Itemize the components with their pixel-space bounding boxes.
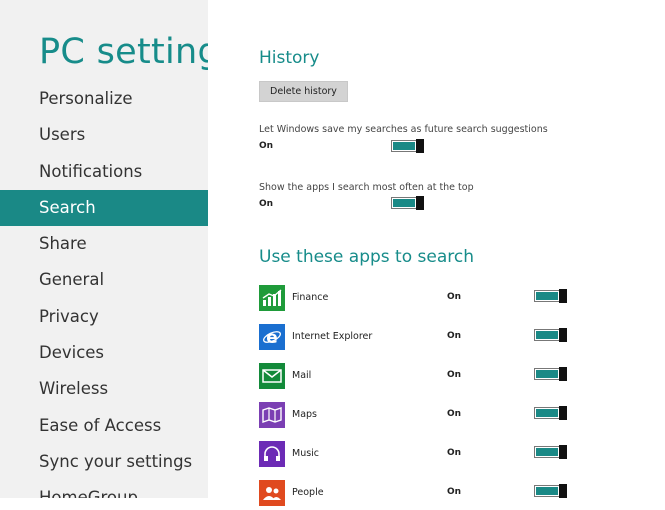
- toggle-thumb[interactable]: [559, 406, 567, 420]
- app-name: Mail: [292, 370, 312, 381]
- sidebar-item-share[interactable]: Share: [0, 226, 208, 262]
- svg-text:e: e: [266, 328, 278, 347]
- sidebar-item-general[interactable]: General: [0, 262, 208, 298]
- app-state: On: [447, 292, 462, 302]
- app-name: Internet Explorer: [292, 331, 373, 342]
- main-content: History Delete history Let Windows save …: [259, 0, 665, 506]
- toggle-thumb[interactable]: [559, 484, 567, 498]
- people-toggle[interactable]: [534, 484, 567, 498]
- toggle-fill: [393, 199, 415, 207]
- app-state: On: [447, 409, 462, 419]
- history-title: History: [259, 48, 320, 68]
- sidebar-item-sync-your-settings[interactable]: Sync your settings: [0, 444, 208, 480]
- mail-toggle[interactable]: [534, 367, 567, 381]
- finance-toggle[interactable]: [534, 289, 567, 303]
- toggle-thumb[interactable]: [559, 289, 567, 303]
- finance-icon: [259, 285, 285, 311]
- toggle-fill: [536, 370, 558, 378]
- app-name: Maps: [292, 409, 317, 420]
- frequent-apps-toggle[interactable]: [391, 196, 424, 210]
- app-row-mail: Mail On: [259, 363, 665, 393]
- save-searches-toggle[interactable]: [391, 139, 424, 153]
- app-row-music: Music On: [259, 441, 665, 471]
- internet-explorer-toggle[interactable]: [534, 328, 567, 342]
- toggle-fill: [536, 292, 558, 300]
- sidebar-item-search[interactable]: Search: [0, 189, 208, 226]
- toggle-fill: [536, 448, 558, 456]
- sidebar-item-devices[interactable]: Devices: [0, 335, 208, 371]
- sidebar-nav: Personalize Users Notifications Search S…: [0, 81, 208, 498]
- app-state: On: [447, 448, 462, 458]
- app-state: On: [447, 370, 462, 380]
- save-searches-state: On: [259, 141, 274, 151]
- sidebar-item-privacy[interactable]: Privacy: [0, 299, 208, 335]
- save-searches-label: Let Windows save my searches as future s…: [259, 124, 548, 135]
- app-name: Music: [292, 448, 320, 459]
- sidebar-item-wireless[interactable]: Wireless: [0, 371, 208, 407]
- maps-toggle[interactable]: [534, 406, 567, 420]
- toggle-fill: [536, 409, 558, 417]
- app-state: On: [447, 487, 462, 497]
- mail-icon: [259, 363, 285, 389]
- app-title: PC settings: [39, 32, 208, 72]
- app-state: On: [447, 331, 462, 341]
- app-row-maps: Maps On: [259, 402, 665, 432]
- sidebar: PC settings Personalize Users Notificati…: [0, 0, 208, 498]
- internet-explorer-icon: e: [259, 324, 285, 350]
- people-icon: [259, 480, 285, 506]
- toggle-thumb[interactable]: [559, 445, 567, 459]
- music-icon: [259, 441, 285, 467]
- sidebar-item-homegroup[interactable]: HomeGroup: [0, 480, 208, 498]
- toggle-fill: [536, 487, 558, 495]
- music-toggle[interactable]: [534, 445, 567, 459]
- sidebar-item-users[interactable]: Users: [0, 117, 208, 153]
- toggle-fill: [393, 142, 415, 150]
- frequent-apps-state: On: [259, 199, 274, 209]
- toggle-thumb[interactable]: [559, 328, 567, 342]
- toggle-thumb[interactable]: [559, 367, 567, 381]
- sidebar-item-notifications[interactable]: Notifications: [0, 154, 208, 190]
- app-name: Finance: [292, 292, 329, 303]
- toggle-thumb[interactable]: [416, 196, 424, 210]
- app-row-people: People On: [259, 480, 665, 510]
- toggle-fill: [536, 331, 558, 339]
- frequent-apps-label: Show the apps I search most often at the…: [259, 182, 474, 193]
- app-row-internet-explorer: e Internet Explorer On: [259, 324, 665, 354]
- sidebar-item-personalize[interactable]: Personalize: [0, 81, 208, 117]
- sidebar-item-ease-of-access[interactable]: Ease of Access: [0, 408, 208, 444]
- delete-history-button[interactable]: Delete history: [259, 81, 348, 102]
- toggle-thumb[interactable]: [416, 139, 424, 153]
- app-name: People: [292, 487, 324, 498]
- maps-icon: [259, 402, 285, 428]
- app-row-finance: Finance On: [259, 285, 665, 315]
- search-apps-title: Use these apps to search: [259, 247, 474, 267]
